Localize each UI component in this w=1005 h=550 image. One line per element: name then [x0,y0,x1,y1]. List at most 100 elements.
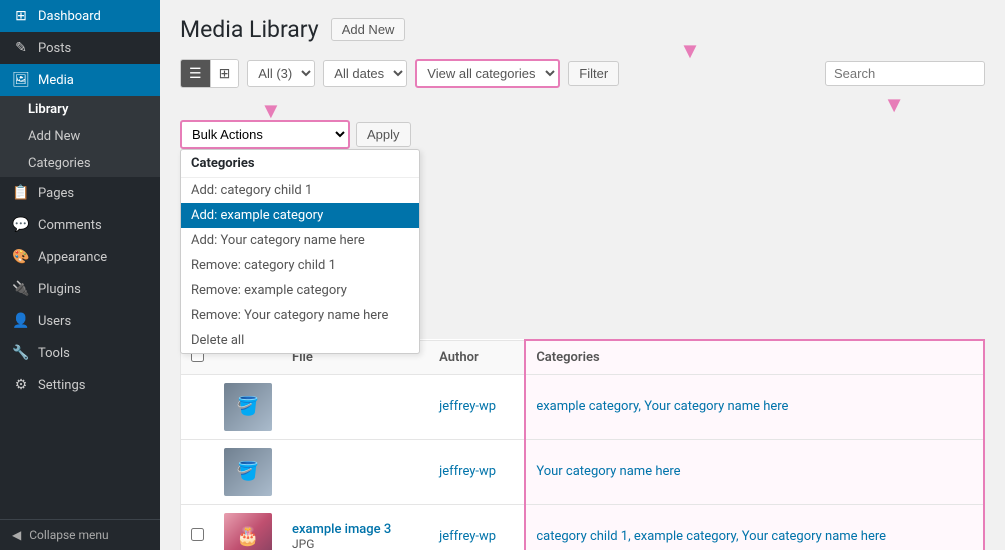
row1-categories-cell: example category, Your category name her… [525,374,984,439]
settings-icon: ⚙ [12,377,30,393]
posts-icon: ✎ [12,40,30,56]
sidebar-item-label: Comments [38,218,102,233]
filter-button[interactable]: Filter [568,61,619,86]
bulk-dropdown-menu: Categories Add: category child 1 Add: ex… [180,149,420,354]
sidebar-item-tools[interactable]: 🔧 Tools [0,337,160,369]
dropdown-item-delete-all[interactable]: Delete all [181,328,419,353]
table-row: 🪣 jeffrey-wp Your category name here [181,439,985,504]
search-arrow-area: ▼ [180,92,905,118]
dashboard-icon: ⊞ [12,8,30,24]
collapse-menu[interactable]: ◀ Collapse menu [0,519,160,550]
bulk-top-area: ▼ Bulk Actions Apply Categories Add: cat… [180,120,985,149]
row1-file-cell [282,374,429,439]
comments-icon: 💬 [12,217,30,233]
sidebar-item-label: Tools [38,346,70,361]
page-title-row: Media Library Add New [180,16,985,43]
toolbar-row: ☰ ⊞ All (3) All dates View all categorie… [180,59,985,88]
row3-categories: category child 1, example category, Your… [536,529,886,544]
bulk-top-row: ▼ Bulk Actions Apply [180,120,985,149]
sidebar-item-label: Media [38,73,74,88]
dropdown-item-add-example[interactable]: Add: example category [181,203,419,228]
sidebar-item-comments[interactable]: 💬 Comments [0,209,160,241]
row2-author-cell: jeffrey-wp [429,439,525,504]
bulk-down-arrow-icon: ▼ [260,99,282,124]
media-submenu: Library Add New Categories [0,96,160,177]
row2-thumb-cell: 🪣 [214,439,282,504]
row3-checkbox-cell [181,504,215,550]
apply-top-button[interactable]: Apply [356,122,411,147]
row1-categories: example category, Your category name her… [536,399,788,414]
dates-filter-select[interactable]: All dates [323,60,407,87]
row3-author-cell: jeffrey-wp [429,504,525,550]
row3-file-type: JPG [292,537,419,550]
table-row: 🪣 jeffrey-wp example category, Your cate… [181,374,985,439]
content-area: Media Library Add New ▼ ☰ ⊞ All (3) All … [160,0,1005,550]
main-content: Media Library Add New ▼ ☰ ⊞ All (3) All … [160,0,1005,550]
sidebar-item-users[interactable]: 👤 Users [0,305,160,337]
collapse-label: Collapse menu [29,528,108,542]
sidebar-item-label: Dashboard [38,9,101,24]
sidebar-item-label: Posts [38,41,71,56]
sidebar-item-posts[interactable]: ✎ Posts [0,32,160,64]
bulk-actions-top-select[interactable]: Bulk Actions [180,120,350,149]
sidebar-item-label: Pages [38,186,74,201]
sidebar-sub-categories[interactable]: Categories [0,150,160,177]
add-new-button[interactable]: Add New [331,18,406,41]
row2-checkbox-cell [181,439,215,504]
sidebar-sub-add-new[interactable]: Add New [0,123,160,150]
row2-file-cell [282,439,429,504]
row1-author-cell: jeffrey-wp [429,374,525,439]
row1-thumb-cell: 🪣 [214,374,282,439]
media-table: File Author Categories 🪣 jeffre [180,339,985,550]
row2-categories: Your category name here [536,464,680,479]
sidebar-item-settings[interactable]: ⚙ Settings [0,369,160,401]
search-down-arrow-icon: ▼ [883,92,905,118]
collapse-icon: ◀ [12,528,21,542]
row3-file-name: example image 3 [292,522,419,537]
pages-icon: 📋 [12,185,30,201]
row3-checkbox[interactable] [191,528,204,541]
dropdown-item-remove-your[interactable]: Remove: Your category name here [181,303,419,328]
th-categories: Categories [525,340,984,374]
dropdown-item-remove-child[interactable]: Remove: category child 1 [181,253,419,278]
view-categories-select[interactable]: View all categories [415,59,560,88]
sidebar-item-label: Users [38,314,71,329]
sidebar-item-plugins[interactable]: 🔌 Plugins [0,273,160,305]
row3-thumb-cell: 🎂 [214,504,282,550]
sidebar-item-pages[interactable]: 📋 Pages [0,177,160,209]
grid-view-button[interactable]: ⊞ [210,60,239,87]
sidebar-item-media[interactable]: 🖼 Media [0,64,160,96]
table-row: 🎂 example image 3 JPG jeffrey-wp categor… [181,504,985,550]
all-filter-select[interactable]: All (3) [247,60,315,87]
th-author: Author [429,340,525,374]
row2-author-link[interactable]: jeffrey-wp [439,464,496,479]
dropdown-item-remove-example[interactable]: Remove: example category [181,278,419,303]
categories-label: Categories [28,156,91,171]
row2-thumbnail: 🪣 [224,448,272,496]
row3-categories-cell: category child 1, example category, Your… [525,504,984,550]
page-title: Media Library [180,16,319,43]
arrow-indicator-top: ▼ [610,41,770,63]
row1-thumbnail: 🪣 [224,383,272,431]
down-arrow-icon: ▼ [679,41,701,63]
sidebar-item-dashboard[interactable]: ⊞ Dashboard [0,0,160,32]
search-input[interactable] [825,61,985,86]
sidebar-item-label: Settings [38,378,85,393]
sidebar: ⊞ Dashboard ✎ Posts 🖼 Media Library Add … [0,0,160,550]
tools-icon: 🔧 [12,345,30,361]
library-label: Library [28,102,68,117]
plugins-icon: 🔌 [12,281,30,297]
list-view-button[interactable]: ☰ [181,60,210,87]
row3-file-cell: example image 3 JPG [282,504,429,550]
sidebar-sub-library[interactable]: Library [0,96,160,123]
sidebar-item-appearance[interactable]: 🎨 Appearance [0,241,160,273]
dropdown-item-add-your[interactable]: Add: Your category name here [181,228,419,253]
row3-author-link[interactable]: jeffrey-wp [439,529,496,544]
sidebar-item-label: Plugins [38,282,81,297]
row2-categories-cell: Your category name here [525,439,984,504]
row3-thumbnail: 🎂 [224,513,272,550]
dropdown-header: Categories [181,150,419,178]
dropdown-item-add-child[interactable]: Add: category child 1 [181,178,419,203]
row1-checkbox-cell [181,374,215,439]
row1-author-link[interactable]: jeffrey-wp [439,399,496,414]
